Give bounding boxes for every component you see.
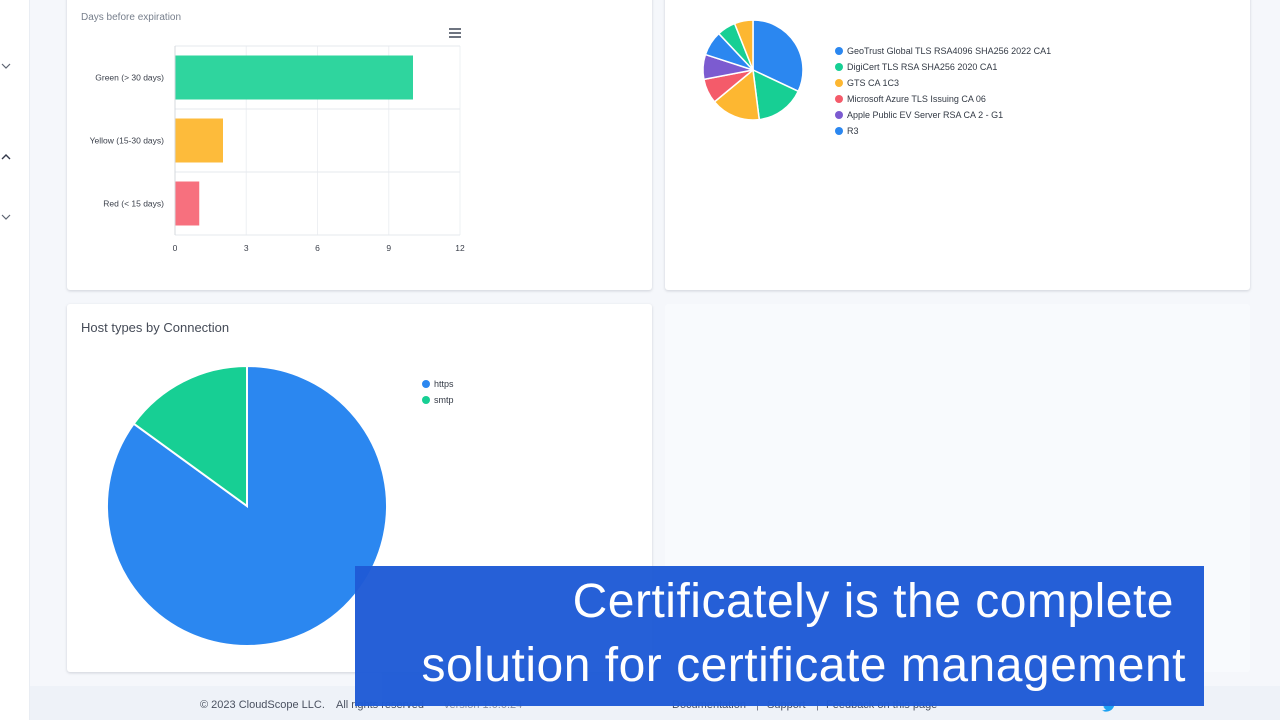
legend-marker (422, 380, 430, 388)
legend-label: Microsoft Azure TLS Issuing CA 06 (847, 94, 986, 104)
bar[interactable] (175, 118, 224, 163)
legend-item[interactable]: Microsoft Azure TLS Issuing CA 06 (835, 91, 1051, 107)
caption-banner: Certificately is the complete solution f… (355, 566, 1204, 706)
legend-item[interactable]: GeoTrust Global TLS RSA4096 SHA256 2022 … (835, 43, 1051, 59)
category-label: Red (< 15 days) (103, 199, 164, 209)
chevron-up-icon[interactable] (0, 153, 14, 163)
expiration-bar-chart: Green (> 30 days) Yellow (15-30 days) Red … (90, 45, 465, 253)
legend-item[interactable]: GTS CA 1C3 (835, 75, 1051, 91)
caption-line-1: Certificately is the complete (572, 575, 1174, 628)
tick-label: 12 (455, 243, 465, 253)
tick-label: 3 (244, 243, 249, 253)
category-label: Green (> 30 days) (95, 73, 164, 83)
legend-label: GTS CA 1C3 (847, 78, 900, 88)
legend-label: https (434, 379, 454, 389)
chevron-down-icon[interactable] (0, 213, 14, 223)
tick-label: 6 (315, 243, 320, 253)
left-nav-rail (0, 0, 30, 720)
legend-label: DigiCert TLS RSA SHA256 2020 CA1 (847, 62, 998, 72)
tick-label: 0 (173, 243, 178, 253)
legend-item[interactable]: DigiCert TLS RSA SHA256 2020 CA1 (835, 59, 1051, 75)
legend-label: GeoTrust Global TLS RSA4096 SHA256 2022 … (847, 46, 1052, 56)
legend-item[interactable]: smtp (422, 392, 454, 408)
legend-marker (835, 95, 843, 103)
caption-line-2: solution for certificate management (421, 639, 1186, 692)
legend-marker (835, 63, 843, 71)
tick-label: 9 (386, 243, 391, 253)
issuer-chart-card: GeoTrust Global TLS RSA4096 SHA256 2022 … (665, 0, 1250, 290)
legend-item[interactable]: Apple Public EV Server RSA CA 2 - G1 (835, 107, 1051, 123)
bar[interactable] (175, 55, 414, 100)
footer-copyright: © 2023 CloudScope LLC. (200, 699, 325, 711)
legend-item[interactable]: R3 (835, 123, 1051, 139)
legend-marker (422, 396, 430, 404)
legend-marker (835, 111, 843, 119)
card-title: Host types by Connection (81, 320, 230, 335)
legend-label: R3 (847, 126, 859, 136)
bar[interactable] (175, 181, 200, 226)
legend-label: Apple Public EV Server RSA CA 2 - G1 (847, 110, 1004, 120)
category-label: Yellow (15-30 days) (90, 136, 165, 146)
legend-marker (835, 47, 843, 55)
expiration-chart-card: Days before expiration Green (> 30 days)… (67, 0, 652, 290)
legend-label: smtp (434, 395, 454, 405)
issuer-legend: GeoTrust Global TLS RSA4096 SHA256 2022 … (835, 43, 1051, 139)
host-types-legend: https smtp (422, 376, 454, 408)
legend-marker (835, 127, 843, 135)
legend-marker (835, 79, 843, 87)
chevron-down-icon[interactable] (0, 62, 14, 72)
legend-item[interactable]: https (422, 376, 454, 392)
